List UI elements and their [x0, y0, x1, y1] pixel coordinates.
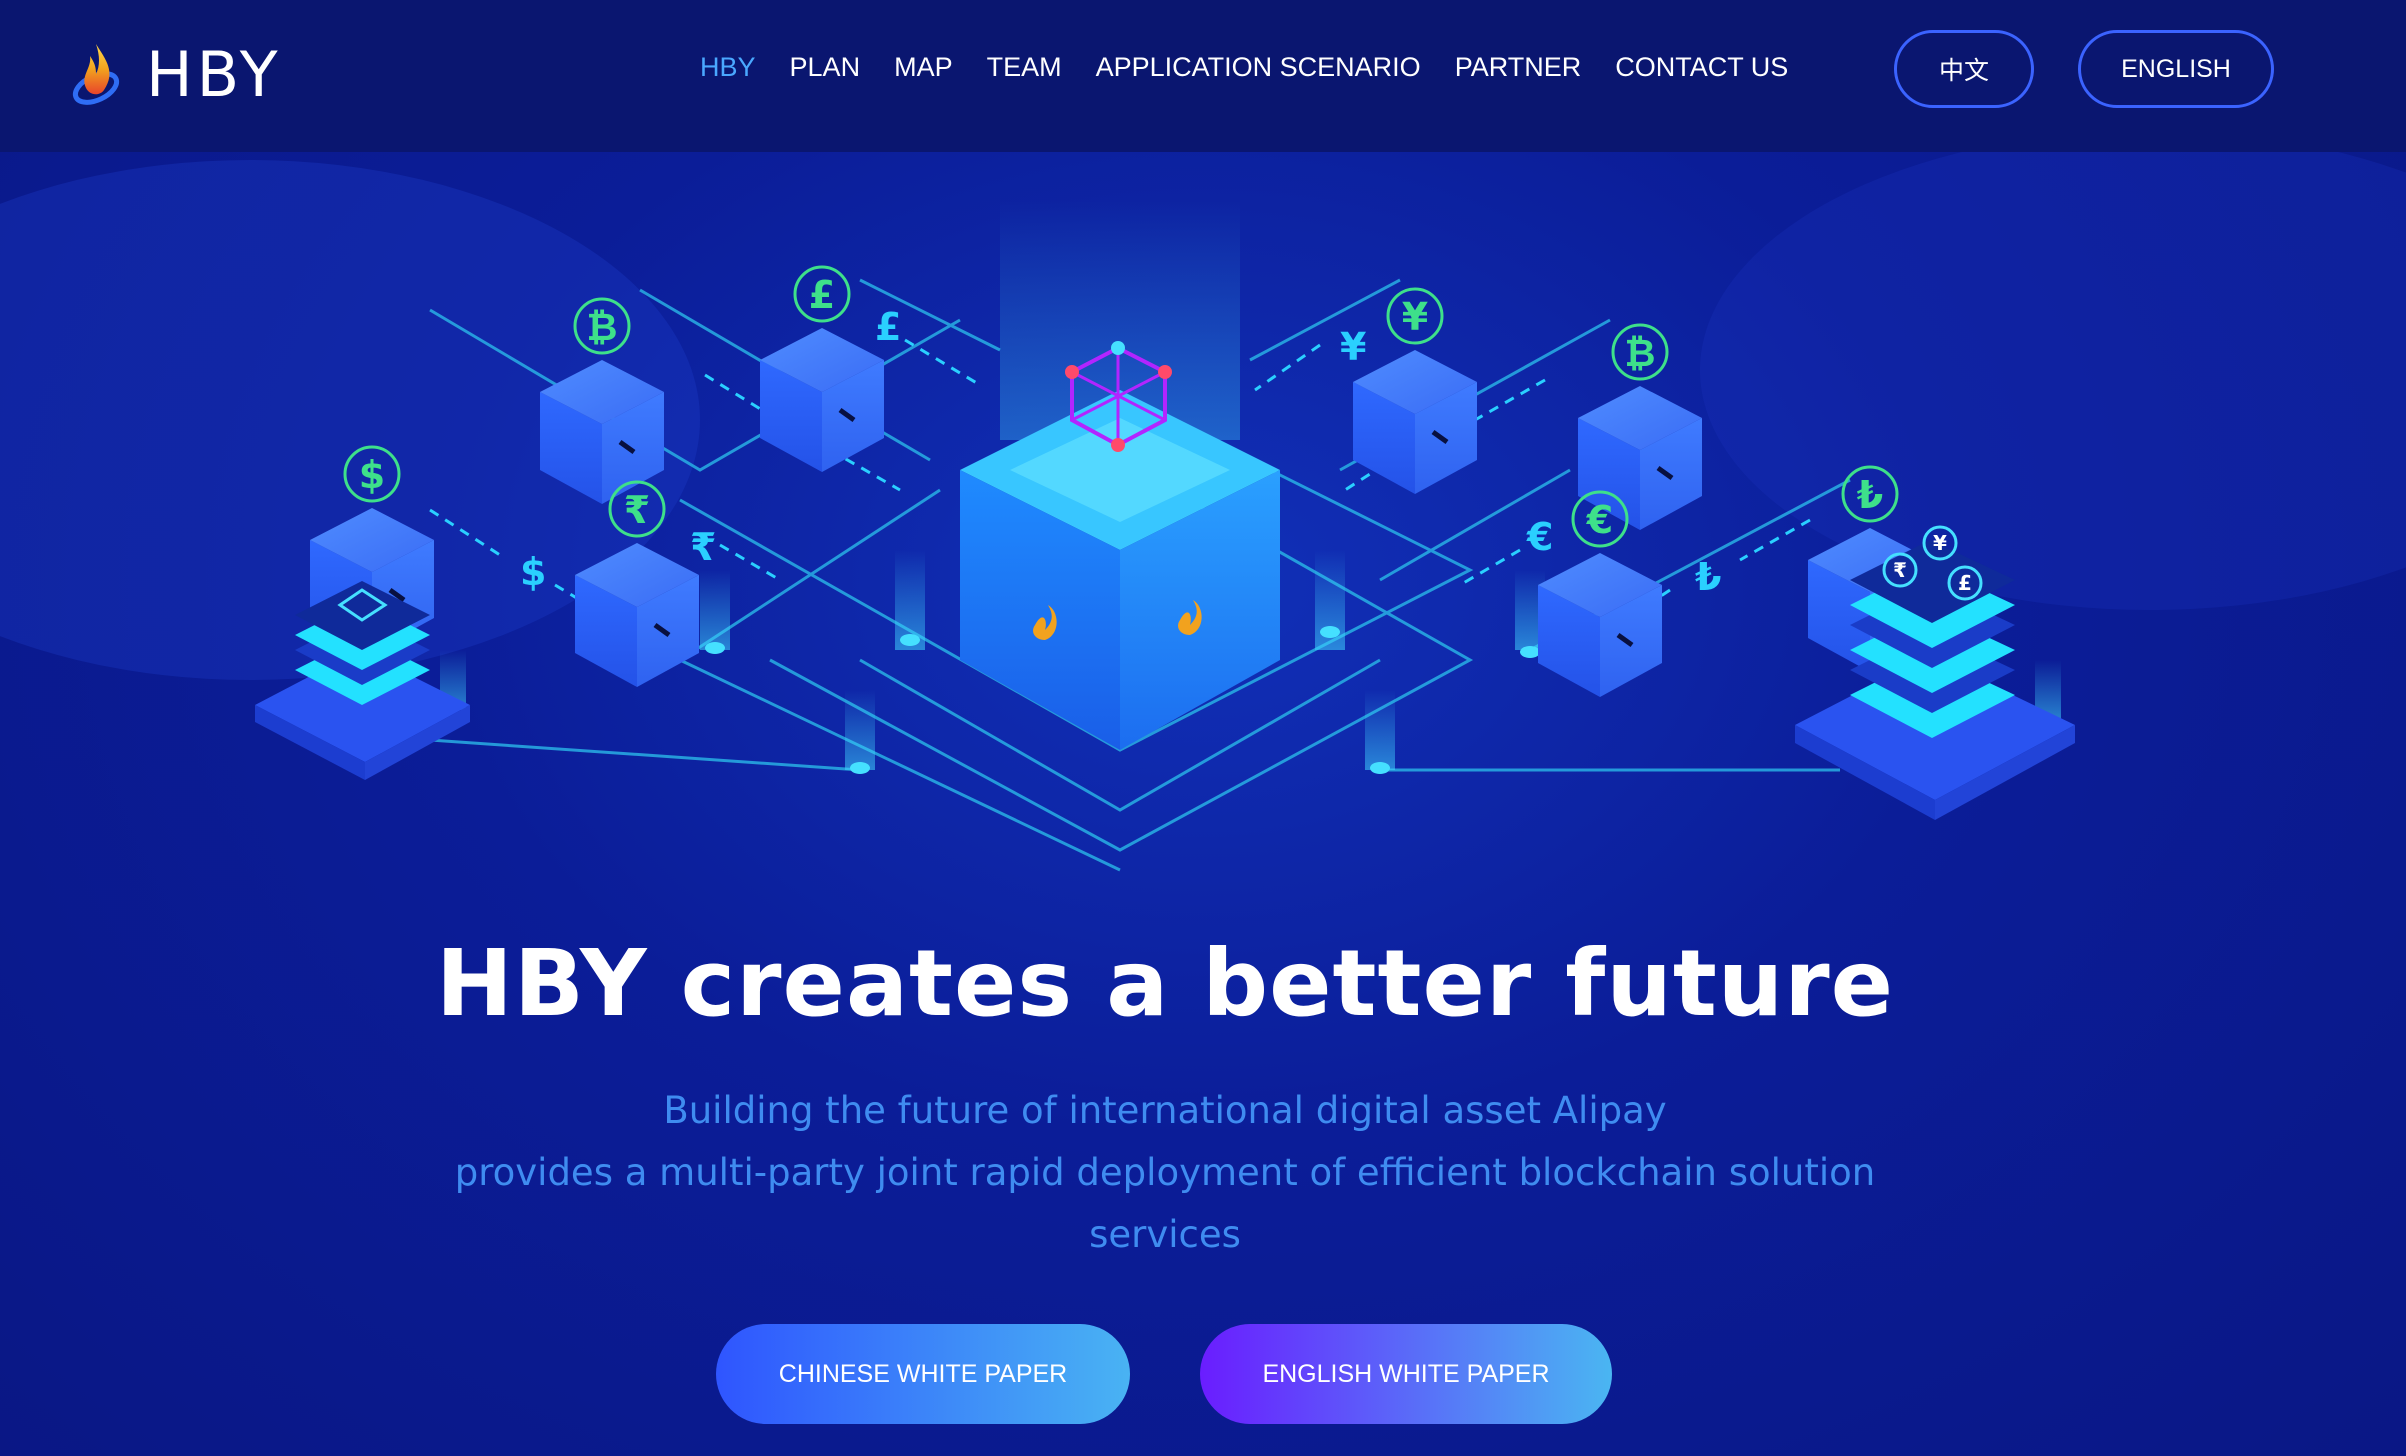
- arrow-lira-label: ₺: [1695, 555, 1721, 599]
- currency-cube: ¥: [1353, 287, 1477, 494]
- nav-item-partner[interactable]: PARTNER: [1455, 52, 1582, 83]
- arrow-dollar-label: $: [520, 550, 546, 594]
- nav-item-plan[interactable]: PLAN: [790, 52, 861, 83]
- nav-item-map[interactable]: MAP: [894, 52, 953, 83]
- arrow-yen-label: ¥: [1340, 325, 1366, 369]
- currency-symbol: ₺: [1857, 473, 1883, 517]
- hero-subtitle-line: Building the future of international dig…: [663, 1089, 1667, 1132]
- arrow-euro-label: €: [1526, 515, 1553, 559]
- nav-item-team[interactable]: TEAM: [987, 52, 1062, 83]
- main-nav: HBY PLAN MAP TEAM APPLICATION SCENARIO P…: [700, 52, 1822, 83]
- brand-name: HBY: [146, 37, 282, 111]
- currency-cube: £: [760, 265, 884, 472]
- currency-cube: ₹: [575, 480, 699, 687]
- chinese-white-paper-button[interactable]: CHINESE WHITE PAPER: [716, 1324, 1130, 1424]
- english-white-paper-button[interactable]: ENGLISH WHITE PAPER: [1200, 1324, 1612, 1424]
- currency-symbol: ₿: [1625, 331, 1656, 375]
- currency-symbol: £: [809, 273, 835, 317]
- brand-logo[interactable]: HBY: [66, 34, 282, 114]
- hero-subtitle-line: services: [1089, 1213, 1241, 1256]
- stack-coin-label: £: [1958, 571, 1972, 595]
- currency-cube: ₿: [540, 297, 664, 504]
- chinese-language-button[interactable]: 中文: [1894, 30, 2034, 108]
- nav-item-application-scenario[interactable]: APPLICATION SCENARIO: [1096, 52, 1421, 83]
- left-server-platform: [255, 581, 470, 780]
- blockchain-illustration: £ ₿ $ ₹ ¥ ₿ € ₺: [255, 200, 2075, 872]
- currency-symbol: ₹: [624, 488, 650, 532]
- hero-subtitle: Building the future of international dig…: [430, 1080, 1900, 1266]
- english-language-button[interactable]: ENGLISH: [2078, 30, 2274, 108]
- hero-subtitle-line: provides a multi-party joint rapid deplo…: [454, 1151, 1876, 1194]
- stack-coin-label: ¥: [1933, 531, 1947, 555]
- arrow-rupee-label: ₹: [690, 525, 716, 569]
- stack-coin-label: ₹: [1893, 558, 1907, 582]
- currency-symbol: ¥: [1402, 295, 1428, 339]
- hero-title: HBY creates a better future: [435, 930, 1895, 1037]
- currency-symbol: €: [1586, 498, 1613, 542]
- landing-page: HBY HBY PLAN MAP TEAM APPLICATION SCENAR…: [0, 0, 2406, 1456]
- header: HBY HBY PLAN MAP TEAM APPLICATION SCENAR…: [0, 0, 2406, 152]
- arrow-pound-label: £: [875, 305, 901, 349]
- nav-item-hby[interactable]: HBY: [700, 52, 756, 83]
- flame-logo-icon: [72, 44, 120, 105]
- nav-item-contact-us[interactable]: CONTACT US: [1615, 52, 1788, 83]
- currency-symbol: ₿: [587, 305, 618, 349]
- currency-symbol: $: [359, 453, 385, 497]
